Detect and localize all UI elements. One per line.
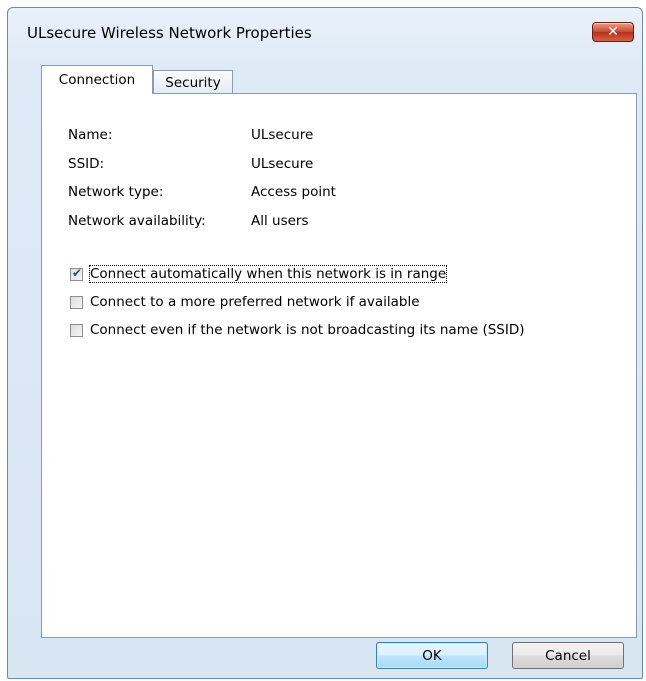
ssid-label: SSID: xyxy=(68,156,105,172)
tab-connection-label: Connection xyxy=(58,72,136,88)
connect-preferred-label: Connect to a more preferred network if a… xyxy=(90,294,420,310)
connect-preferred-option[interactable]: Connect to a more preferred network if a… xyxy=(70,294,420,310)
connect-automatically-label: Connect automatically when this network … xyxy=(88,265,448,283)
connect-automatically-option[interactable]: Connect automatically when this network … xyxy=(70,265,448,283)
ok-button[interactable]: OK xyxy=(376,642,488,669)
close-icon: ✕ xyxy=(607,24,619,40)
connect-not-broadcasting-label: Connect even if the network is not broad… xyxy=(90,322,525,338)
window-title: ULsecure Wireless Network Properties xyxy=(27,24,312,42)
close-button[interactable]: ✕ xyxy=(592,22,634,42)
network-type-label: Network type: xyxy=(68,184,164,200)
connect-preferred-checkbox[interactable] xyxy=(70,295,83,309)
network-type-value: Access point xyxy=(251,184,336,200)
name-label: Name: xyxy=(68,127,113,143)
connection-panel: Name: ULsecure SSID: ULsecure Network ty… xyxy=(41,93,637,638)
tab-connection[interactable]: Connection xyxy=(41,65,153,94)
cancel-button[interactable]: Cancel xyxy=(512,642,624,669)
network-availability-value: All users xyxy=(251,213,309,229)
network-availability-label: Network availability: xyxy=(68,213,206,229)
connect-not-broadcasting-option[interactable]: Connect even if the network is not broad… xyxy=(70,322,525,338)
ssid-value: ULsecure xyxy=(251,156,314,172)
connect-not-broadcasting-checkbox[interactable] xyxy=(70,323,83,337)
properties-dialog: ULsecure Wireless Network Properties ✕ C… xyxy=(7,7,643,679)
tab-security-label: Security xyxy=(165,74,221,91)
name-value: ULsecure xyxy=(251,127,314,143)
tab-security[interactable]: Security xyxy=(153,70,233,94)
connect-automatically-checkbox[interactable] xyxy=(70,266,83,281)
